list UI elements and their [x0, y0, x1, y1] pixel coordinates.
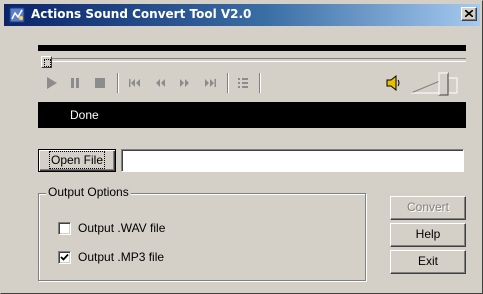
open-file-label: Open File — [48, 151, 106, 169]
exit-button[interactable]: Exit — [390, 250, 466, 274]
app-icon — [9, 7, 25, 23]
close-button[interactable] — [461, 7, 477, 21]
close-icon — [465, 10, 473, 17]
window-title: Actions Sound Convert Tool V2.0 — [31, 7, 252, 21]
mp3-checkbox-label[interactable]: Output .MP3 file — [78, 250, 164, 264]
pause-icon[interactable] — [66, 74, 84, 92]
file-path-input[interactable] — [121, 149, 464, 172]
convert-label: Convert — [406, 200, 450, 214]
seek-slider-thumb[interactable] — [41, 56, 52, 68]
wav-checkbox-label[interactable]: Output .WAV file — [78, 221, 165, 235]
mp3-checkbox[interactable] — [58, 251, 71, 264]
output-options-group — [38, 193, 366, 281]
toolbar-separator — [117, 73, 119, 93]
convert-button[interactable]: Convert — [390, 196, 466, 220]
wav-checkbox[interactable] — [58, 222, 71, 235]
playlist-icon[interactable] — [234, 74, 252, 92]
toolbar-separator — [259, 73, 261, 93]
volume-slider[interactable] — [409, 71, 461, 97]
help-label: Help — [415, 227, 441, 241]
seek-track[interactable] — [41, 58, 466, 62]
rewind-icon[interactable] — [151, 74, 169, 92]
fast-forward-icon[interactable] — [176, 74, 194, 92]
play-icon[interactable] — [43, 74, 61, 92]
status-text: Done — [70, 108, 99, 122]
toolbar-separator — [227, 73, 229, 93]
checkmark-icon — [60, 253, 69, 261]
skip-to-end-icon[interactable] — [201, 74, 219, 92]
exit-label: Exit — [417, 254, 438, 268]
open-file-button[interactable]: Open File — [38, 149, 116, 172]
visualizer-bar — [38, 45, 466, 51]
app-window: Actions Sound Convert Tool V2.0 Done Ope… — [0, 0, 483, 294]
speaker-icon[interactable] — [384, 73, 404, 93]
help-button[interactable]: Help — [390, 223, 466, 247]
skip-to-start-icon[interactable] — [126, 74, 144, 92]
stop-icon[interactable] — [91, 74, 109, 92]
output-options-legend: Output Options — [46, 185, 131, 199]
status-bar: Done — [38, 102, 466, 128]
title-bar[interactable]: Actions Sound Convert Tool V2.0 — [4, 4, 480, 26]
